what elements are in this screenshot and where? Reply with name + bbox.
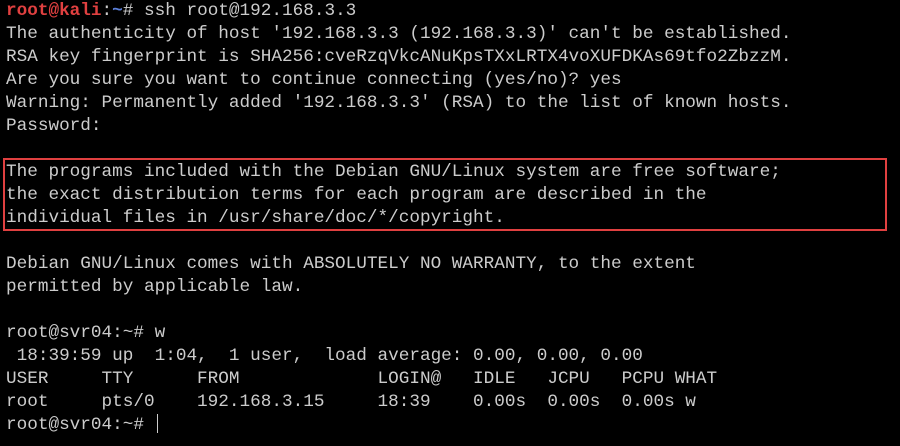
motd-line: individual files in /usr/share/doc/*/cop… [6, 208, 505, 228]
w-user-row: root pts/0 192.168.3.15 18:39 0.00s 0.00… [6, 392, 696, 412]
motd-line: The programs included with the Debian GN… [6, 162, 781, 182]
ssh-output-line: Are you sure you want to continue connec… [6, 70, 622, 90]
motd-line: the exact distribution terms for each pr… [6, 185, 707, 205]
ssh-output-line: The authenticity of host '192.168.3.3 (1… [6, 24, 792, 44]
terminal-window[interactable]: root@kali:~# ssh root@192.168.3.3 The au… [0, 0, 900, 446]
ssh-output-line: RSA key fingerprint is SHA256:cveRzqVkcA… [6, 47, 792, 67]
password-prompt-line: Password: [6, 116, 102, 136]
prompt-symbol: # [122, 1, 145, 21]
ssh-command: ssh root@192.168.3.3 [144, 1, 357, 21]
w-command-line: root@svr04:~# w [6, 323, 166, 343]
w-uptime-line: 18:39:59 up 1:04, 1 user, load average: … [6, 346, 643, 366]
w-header-line: USER TTY FROM LOGIN@ IDLE JCPU PCPU WHAT [6, 369, 718, 389]
kali-prompt-line: root@kali:~# ssh root@192.168.3.3 [6, 0, 900, 23]
prompt-path: ~ [112, 1, 123, 21]
text-cursor [156, 414, 158, 433]
final-prompt: root@svr04:~# [6, 415, 155, 435]
warranty-line: Debian GNU/Linux comes with ABSOLUTELY N… [6, 254, 696, 274]
final-prompt-line[interactable]: root@svr04:~# [6, 414, 900, 437]
ssh-output-line: Warning: Permanently added '192.168.3.3'… [6, 93, 792, 113]
prompt-colon: : [101, 1, 113, 21]
prompt-user-host: root@kali [6, 1, 102, 21]
warranty-line: permitted by applicable law. [6, 277, 304, 297]
